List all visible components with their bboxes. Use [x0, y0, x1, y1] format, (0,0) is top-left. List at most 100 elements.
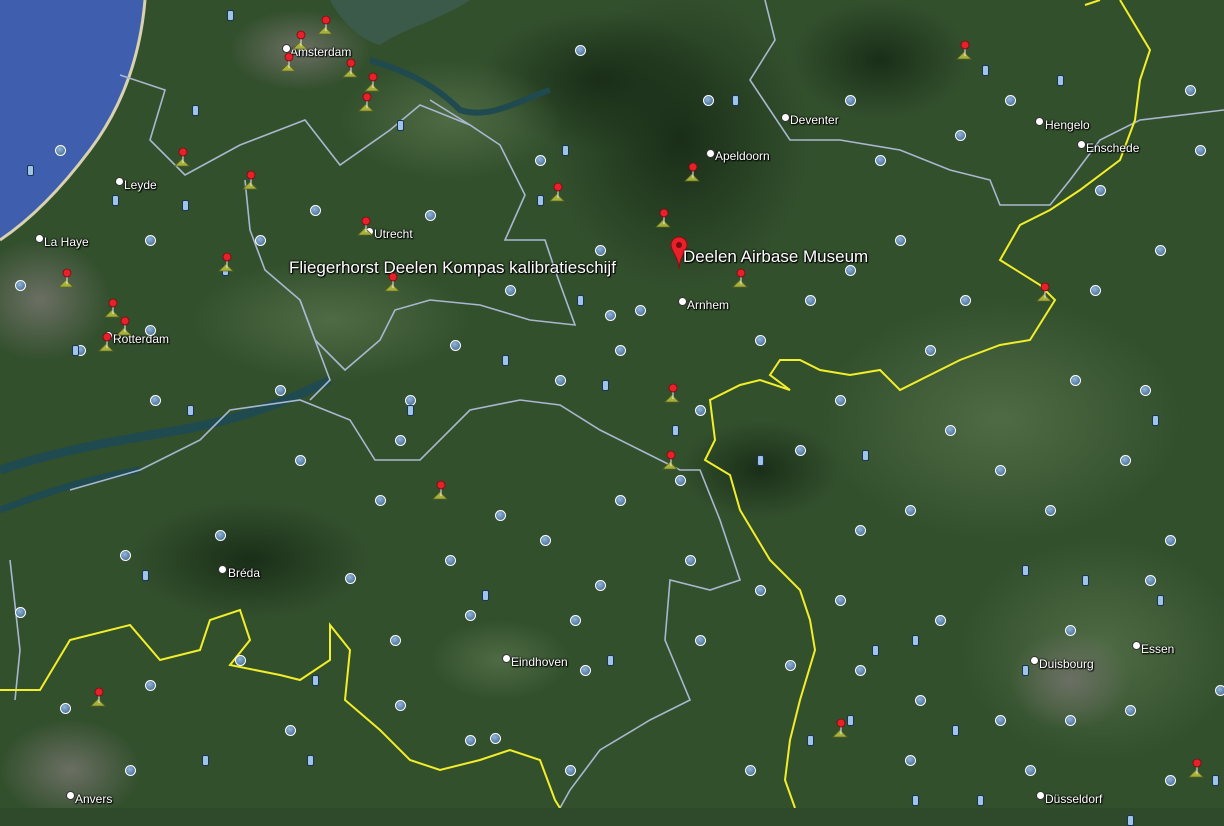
- camera-icon[interactable]: [977, 795, 984, 806]
- city-dot-essen[interactable]: [1132, 641, 1141, 650]
- photo-circle-icon[interactable]: [755, 335, 766, 346]
- camera-icon[interactable]: [182, 200, 189, 211]
- photo-circle-icon[interactable]: [275, 385, 286, 396]
- photo-circle-icon[interactable]: [255, 235, 266, 246]
- red-pin-icon[interactable]: [364, 72, 380, 92]
- camera-icon[interactable]: [192, 105, 199, 116]
- photo-circle-icon[interactable]: [1165, 535, 1176, 546]
- red-pin-icon[interactable]: [358, 92, 374, 112]
- photo-circle-icon[interactable]: [995, 715, 1006, 726]
- camera-icon[interactable]: [1022, 565, 1029, 576]
- city-dot-hengelo[interactable]: [1035, 117, 1044, 126]
- red-pin-icon[interactable]: [662, 450, 678, 470]
- red-pin-icon[interactable]: [384, 272, 400, 292]
- photo-circle-icon[interactable]: [55, 145, 66, 156]
- city-dot-duisbourg[interactable]: [1030, 656, 1039, 665]
- photo-circle-icon[interactable]: [755, 585, 766, 596]
- camera-icon[interactable]: [27, 165, 34, 176]
- photo-circle-icon[interactable]: [1005, 95, 1016, 106]
- red-pin-icon[interactable]: [655, 208, 671, 228]
- photo-circle-icon[interactable]: [615, 495, 626, 506]
- city-label-anvers[interactable]: Anvers: [75, 792, 112, 806]
- camera-icon[interactable]: [187, 405, 194, 416]
- city-label-hengelo[interactable]: Hengelo: [1045, 118, 1090, 132]
- kompas-label[interactable]: Fliegerhorst Deelen Kompas kalibratiesch…: [289, 258, 616, 278]
- photo-circle-icon[interactable]: [1025, 765, 1036, 776]
- photo-circle-icon[interactable]: [310, 205, 321, 216]
- photo-circle-icon[interactable]: [395, 700, 406, 711]
- red-pin-icon[interactable]: [292, 30, 308, 50]
- photo-circle-icon[interactable]: [945, 425, 956, 436]
- photo-circle-icon[interactable]: [565, 765, 576, 776]
- photo-circle-icon[interactable]: [805, 295, 816, 306]
- photo-circle-icon[interactable]: [145, 235, 156, 246]
- photo-circle-icon[interactable]: [445, 555, 456, 566]
- photo-circle-icon[interactable]: [595, 245, 606, 256]
- camera-icon[interactable]: [1152, 415, 1159, 426]
- city-label-eindhoven[interactable]: Eindhoven: [511, 655, 568, 669]
- photo-circle-icon[interactable]: [555, 375, 566, 386]
- photo-circle-icon[interactable]: [835, 595, 846, 606]
- camera-icon[interactable]: [1022, 665, 1029, 676]
- photo-circle-icon[interactable]: [1070, 375, 1081, 386]
- photo-circle-icon[interactable]: [635, 305, 646, 316]
- camera-icon[interactable]: [307, 755, 314, 766]
- camera-icon[interactable]: [607, 655, 614, 666]
- photo-circle-icon[interactable]: [375, 495, 386, 506]
- camera-icon[interactable]: [912, 795, 919, 806]
- photo-circle-icon[interactable]: [1090, 285, 1101, 296]
- camera-icon[interactable]: [502, 355, 509, 366]
- photo-circle-icon[interactable]: [703, 95, 714, 106]
- city-label-utrecht[interactable]: Utrecht: [374, 227, 413, 241]
- red-pin-icon[interactable]: [90, 687, 106, 707]
- red-pin-icon[interactable]: [549, 182, 565, 202]
- city-label-duisbourg[interactable]: Duisbourg: [1039, 657, 1094, 671]
- city-dot-arnhem[interactable]: [678, 297, 687, 306]
- city-label-leyde[interactable]: Leyde: [124, 178, 157, 192]
- camera-icon[interactable]: [912, 635, 919, 646]
- photo-circle-icon[interactable]: [855, 665, 866, 676]
- camera-icon[interactable]: [407, 405, 414, 416]
- red-pin-icon[interactable]: [1036, 282, 1052, 302]
- photo-circle-icon[interactable]: [855, 525, 866, 536]
- red-pin-icon[interactable]: [58, 268, 74, 288]
- camera-icon[interactable]: [1212, 775, 1219, 786]
- camera-icon[interactable]: [72, 345, 79, 356]
- photo-circle-icon[interactable]: [695, 405, 706, 416]
- camera-icon[interactable]: [757, 455, 764, 466]
- camera-icon[interactable]: [847, 715, 854, 726]
- camera-icon[interactable]: [872, 645, 879, 656]
- photo-circle-icon[interactable]: [145, 325, 156, 336]
- camera-icon[interactable]: [732, 95, 739, 106]
- red-pin-icon[interactable]: [1188, 758, 1204, 778]
- city-label-enschede[interactable]: Enschede: [1086, 141, 1139, 155]
- photo-circle-icon[interactable]: [465, 735, 476, 746]
- city-label-arnhem[interactable]: Arnhem: [687, 298, 729, 312]
- city-label-deventer[interactable]: Deventer: [790, 113, 839, 127]
- photo-circle-icon[interactable]: [695, 635, 706, 646]
- photo-circle-icon[interactable]: [675, 475, 686, 486]
- city-label-breda[interactable]: Bréda: [228, 566, 260, 580]
- camera-icon[interactable]: [112, 195, 119, 206]
- camera-icon[interactable]: [862, 450, 869, 461]
- photo-circle-icon[interactable]: [15, 280, 26, 291]
- photo-circle-icon[interactable]: [540, 535, 551, 546]
- camera-icon[interactable]: [312, 675, 319, 686]
- city-dot-apeldoorn[interactable]: [706, 149, 715, 158]
- photo-circle-icon[interactable]: [905, 505, 916, 516]
- photo-circle-icon[interactable]: [915, 695, 926, 706]
- photo-circle-icon[interactable]: [60, 703, 71, 714]
- photo-circle-icon[interactable]: [1065, 715, 1076, 726]
- photo-circle-icon[interactable]: [1045, 505, 1056, 516]
- photo-circle-icon[interactable]: [1145, 575, 1156, 586]
- camera-icon[interactable]: [397, 120, 404, 131]
- red-pin-icon[interactable]: [116, 316, 132, 336]
- photo-circle-icon[interactable]: [535, 155, 546, 166]
- city-dot-deventer[interactable]: [781, 113, 790, 122]
- photo-circle-icon[interactable]: [15, 607, 26, 618]
- photo-circle-icon[interactable]: [1165, 775, 1176, 786]
- camera-icon[interactable]: [202, 755, 209, 766]
- photo-circle-icon[interactable]: [395, 435, 406, 446]
- photo-circle-icon[interactable]: [495, 510, 506, 521]
- photo-circle-icon[interactable]: [960, 295, 971, 306]
